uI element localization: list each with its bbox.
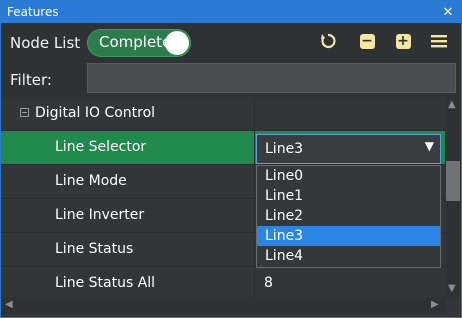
column-divider <box>254 97 255 297</box>
category-label: Digital IO Control <box>35 105 156 121</box>
features-window: Features ✕ Node List Complete − + Filter… <box>0 0 462 318</box>
collapse-icon[interactable]: − <box>357 31 377 51</box>
combobox-value: Line3 <box>265 141 304 157</box>
menu-icon[interactable] <box>429 31 449 51</box>
dropdown-option[interactable]: Line1 <box>257 186 440 206</box>
title-bar: Features ✕ <box>1 1 461 23</box>
row-name: Line Status <box>55 241 134 257</box>
dropdown-arrow-icon[interactable]: ▼ <box>425 139 434 153</box>
row-name: Line Inverter <box>55 207 145 223</box>
collapse-toggle-icon[interactable] <box>20 108 29 117</box>
line-selector-combobox[interactable]: Line3 ▼ <box>256 134 441 164</box>
dropdown-option[interactable]: Line4 <box>257 246 440 266</box>
vertical-scrollbar[interactable]: ▲ ▼ <box>445 97 461 297</box>
expand-icon[interactable]: + <box>393 31 413 51</box>
dropdown-option[interactable]: Line0 <box>257 166 440 186</box>
visibility-toggle[interactable]: Complete <box>87 29 191 57</box>
line-selector-dropdown: Line0 Line1 Line2 Line3 Line4 <box>256 165 441 268</box>
scroll-left-icon[interactable]: ◀ <box>5 299 13 310</box>
filter-label: Filter: <box>10 71 52 89</box>
row-value: 8 <box>264 275 273 291</box>
refresh-icon[interactable] <box>318 31 338 51</box>
toggle-knob <box>165 31 189 55</box>
close-icon[interactable]: ✕ <box>439 3 457 21</box>
toggle-label: Complete <box>99 33 172 51</box>
filter-row: Filter: <box>1 63 461 97</box>
dropdown-option[interactable]: Line2 <box>257 206 440 226</box>
filter-input[interactable] <box>87 63 456 93</box>
row-name: Line Status All <box>55 275 156 291</box>
row-name: Line Mode <box>55 173 127 189</box>
scroll-down-icon[interactable]: ▼ <box>448 283 456 294</box>
tree-row-line-status-all[interactable]: Line Status All 8 <box>1 267 445 301</box>
window-title: Features <box>7 5 59 19</box>
scroll-right-icon[interactable]: ▶ <box>431 299 439 310</box>
toolbar: Node List Complete − + <box>1 23 461 63</box>
scroll-up-icon[interactable]: ▲ <box>448 99 456 110</box>
horizontal-scrollbar[interactable]: ◀ ▶ <box>1 297 445 313</box>
node-list-label: Node List <box>10 34 81 52</box>
row-name: Line Selector <box>55 139 147 155</box>
scroll-thumb[interactable] <box>446 161 460 201</box>
dropdown-option-selected[interactable]: Line3 <box>257 226 440 246</box>
category-row[interactable]: Digital IO Control <box>1 97 445 131</box>
